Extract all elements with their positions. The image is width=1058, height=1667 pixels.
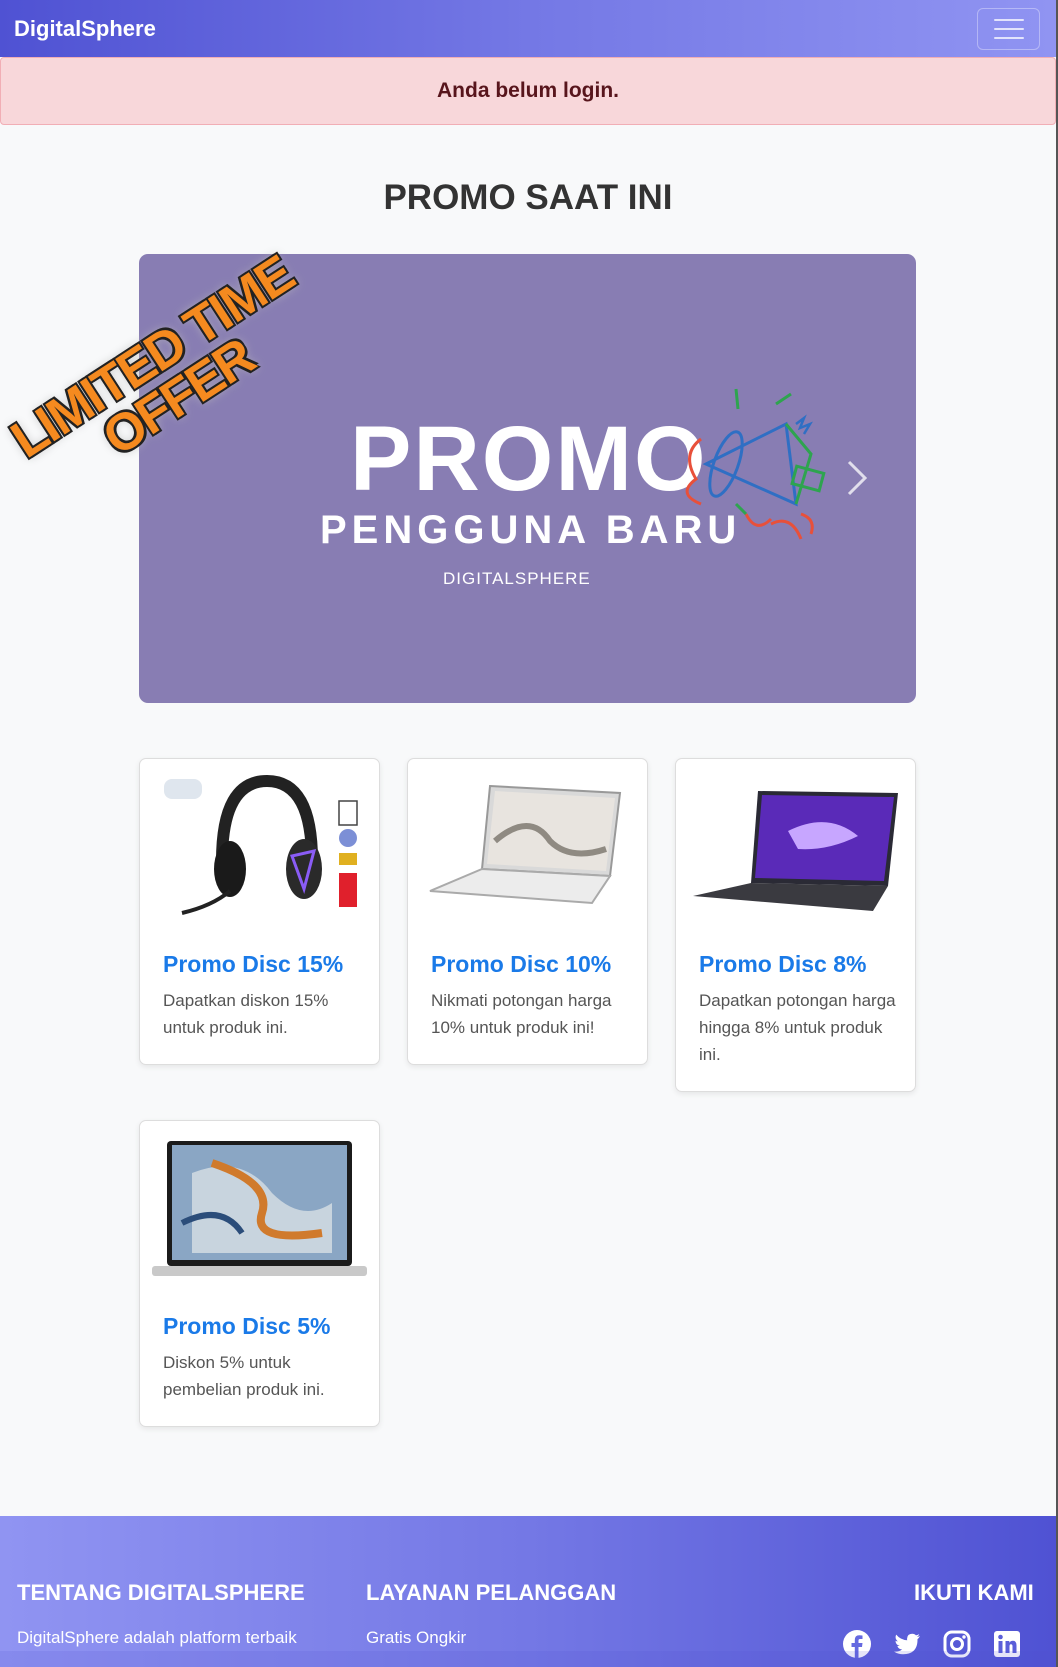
promo-card[interactable]: Promo Disc 8% Dapatkan potongan harga hi… — [675, 758, 916, 1092]
service-link-free-shipping[interactable]: Gratis Ongkir — [366, 1628, 466, 1648]
promo-title[interactable]: Promo Disc 5% — [163, 1313, 330, 1340]
follow-heading: IKUTI KAMI — [914, 1580, 1034, 1605]
carousel-brand: DIGITALSPHERE — [443, 569, 591, 588]
promo-card[interactable]: Promo Disc 5% Diskon 5% untuk pembelian … — [139, 1120, 380, 1427]
silver-laptop-image — [429, 784, 622, 905]
gaming-headset-image — [164, 774, 358, 915]
promo-card[interactable]: Promo Disc 10% Nikmati potongan harga 10… — [407, 758, 648, 1065]
ultrabook-laptop-image — [152, 1141, 367, 1276]
page-title: PROMO SAAT INI — [383, 178, 673, 217]
navbar: DigitalSphere — [0, 0, 1056, 57]
promo-title[interactable]: Promo Disc 8% — [699, 951, 866, 978]
about-text: DigitalSphere adalah platform terbaik — [17, 1628, 297, 1647]
promo-card[interactable]: Promo Disc 15% Dapatkan diskon 15% untuk… — [139, 758, 380, 1065]
promo-title[interactable]: Promo Disc 15% — [163, 951, 343, 978]
promo-title[interactable]: Promo Disc 10% — [431, 951, 611, 978]
hamburger-menu-icon[interactable] — [977, 7, 1040, 50]
carousel-headline: PROMO — [350, 408, 708, 510]
megaphone-icon — [685, 388, 826, 540]
promo-description: Dapatkan diskon 15% untuk produk ini. — [163, 991, 329, 1037]
brand-logo[interactable]: DigitalSphere — [14, 16, 156, 42]
carousel-next-icon[interactable] — [846, 459, 868, 497]
about-heading: TENTANG DIGITALSPHERE — [17, 1580, 305, 1605]
gaming-laptop-image — [693, 791, 898, 911]
login-alert: Anda belum login. — [0, 57, 1056, 125]
footer: TENTANG DIGITALSPHERE DigitalSphere adal… — [0, 1516, 1056, 1667]
service-heading: LAYANAN PELANGGAN — [366, 1580, 617, 1605]
promo-description: Diskon 5% untuk pembelian produk ini. — [163, 1353, 325, 1399]
promo-description: Nikmati potongan harga 10% untuk produk … — [431, 991, 612, 1037]
horizontal-scrollbar[interactable] — [0, 1651, 1056, 1667]
promo-description: Dapatkan potongan harga hingga 8% untuk … — [699, 991, 896, 1064]
